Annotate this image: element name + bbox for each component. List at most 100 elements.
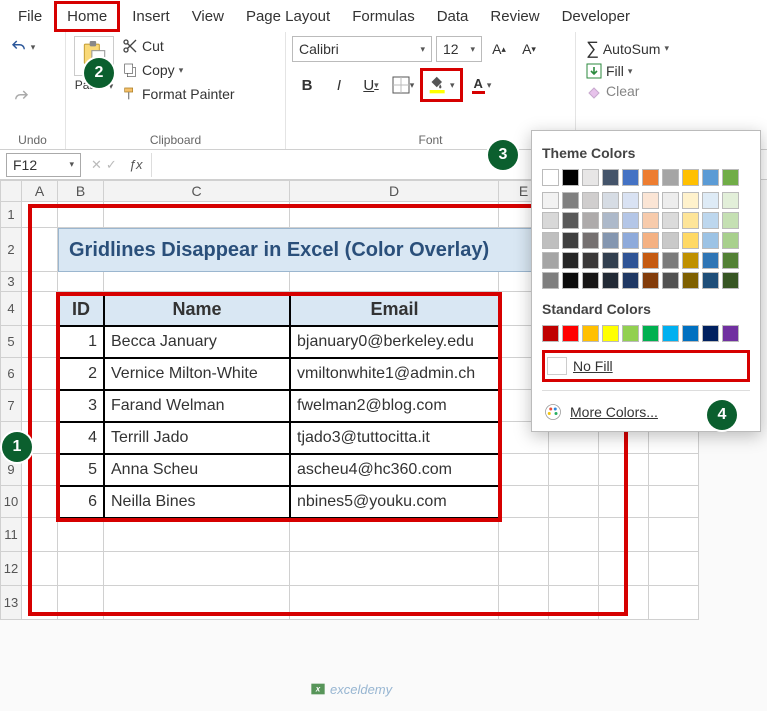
col-header-B[interactable]: B [58, 180, 104, 202]
fill-color-button[interactable]: ▾ [425, 75, 458, 95]
color-swatch[interactable] [642, 252, 659, 269]
color-swatch[interactable] [602, 169, 619, 186]
cancel-formula-icon[interactable]: ✕ [91, 157, 102, 173]
color-swatch[interactable] [602, 212, 619, 229]
color-swatch[interactable] [622, 272, 639, 289]
row-header[interactable]: 7 [0, 390, 22, 422]
color-swatch[interactable] [582, 252, 599, 269]
color-swatch[interactable] [562, 272, 579, 289]
font-name-select[interactable]: Calibri▾ [292, 36, 432, 62]
color-swatch[interactable] [682, 212, 699, 229]
color-swatch[interactable] [542, 325, 559, 342]
cell-id[interactable]: 6 [58, 486, 104, 518]
cut-button[interactable]: Cut [118, 36, 239, 56]
color-swatch[interactable] [582, 169, 599, 186]
copy-button[interactable]: Copy ▾ [118, 60, 239, 80]
color-swatch[interactable] [722, 232, 739, 249]
cell-id[interactable]: 2 [58, 358, 104, 390]
row-header[interactable]: 12 [0, 552, 22, 586]
color-swatch[interactable] [722, 169, 739, 186]
color-swatch[interactable] [542, 192, 559, 209]
color-swatch[interactable] [562, 192, 579, 209]
color-swatch[interactable] [582, 212, 599, 229]
bold-button[interactable]: B [292, 71, 322, 99]
color-swatch[interactable] [562, 325, 579, 342]
color-swatch[interactable] [562, 212, 579, 229]
color-swatch[interactable] [562, 169, 579, 186]
color-swatch[interactable] [562, 252, 579, 269]
enter-formula-icon[interactable]: ✓ [106, 157, 117, 173]
color-swatch[interactable] [722, 272, 739, 289]
row-header[interactable]: 1 [0, 202, 22, 228]
fx-icon[interactable]: ƒx [129, 157, 143, 172]
color-swatch[interactable] [682, 272, 699, 289]
row-header[interactable]: 10 [0, 486, 22, 518]
color-swatch[interactable] [702, 232, 719, 249]
color-swatch[interactable] [682, 232, 699, 249]
header-id[interactable]: ID [58, 292, 104, 326]
color-swatch[interactable] [602, 232, 619, 249]
cell-id[interactable]: 1 [58, 326, 104, 358]
cell-name[interactable]: Anna Scheu [104, 454, 290, 486]
color-swatch[interactable] [582, 325, 599, 342]
cell-id[interactable]: 5 [58, 454, 104, 486]
increase-font-button[interactable]: A▴ [486, 36, 512, 62]
font-size-select[interactable]: 12▾ [436, 36, 482, 62]
header-email[interactable]: Email [290, 292, 499, 326]
redo-button[interactable] [6, 86, 36, 108]
color-swatch[interactable] [582, 232, 599, 249]
undo-button[interactable]: ▾ [6, 36, 36, 58]
color-swatch[interactable] [682, 192, 699, 209]
color-swatch[interactable] [622, 232, 639, 249]
autosum-button[interactable]: ∑ AutoSum ▾ [586, 36, 761, 61]
cell-email[interactable]: ascheu4@hc360.com [290, 454, 499, 486]
color-swatch[interactable] [562, 232, 579, 249]
col-header-D[interactable]: D [290, 180, 499, 202]
row-header[interactable]: 13 [0, 586, 22, 620]
color-swatch[interactable] [662, 169, 679, 186]
row-header[interactable]: 11 [0, 518, 22, 552]
color-swatch[interactable] [702, 252, 719, 269]
color-swatch[interactable] [682, 169, 699, 186]
menu-file[interactable]: File [8, 4, 52, 29]
color-swatch[interactable] [682, 325, 699, 342]
color-swatch[interactable] [702, 169, 719, 186]
row-header[interactable]: 6 [0, 358, 22, 390]
underline-button[interactable]: U ▾ [356, 71, 386, 99]
cell-email[interactable]: vmiltonwhite1@admin.ch [290, 358, 499, 390]
color-swatch[interactable] [622, 325, 639, 342]
color-swatch[interactable] [542, 232, 559, 249]
italic-button[interactable]: I [324, 71, 354, 99]
color-swatch[interactable] [642, 325, 659, 342]
cell-email[interactable]: bjanuary0@berkeley.edu [290, 326, 499, 358]
cell-id[interactable]: 4 [58, 422, 104, 454]
row-header[interactable]: 3 [0, 272, 22, 292]
font-color-button[interactable]: A ▾ [469, 76, 495, 94]
color-swatch[interactable] [602, 252, 619, 269]
color-swatch[interactable] [542, 272, 559, 289]
menu-formulas[interactable]: Formulas [342, 4, 425, 29]
color-swatch[interactable] [582, 192, 599, 209]
color-swatch[interactable] [642, 272, 659, 289]
color-swatch[interactable] [542, 252, 559, 269]
color-swatch[interactable] [622, 192, 639, 209]
color-swatch[interactable] [662, 325, 679, 342]
cell-name[interactable]: Becca January [104, 326, 290, 358]
color-swatch[interactable] [662, 212, 679, 229]
no-fill-option[interactable]: No Fill [542, 350, 750, 382]
color-swatch[interactable] [662, 232, 679, 249]
color-swatch[interactable] [542, 169, 559, 186]
color-swatch[interactable] [702, 212, 719, 229]
cell-name[interactable]: Vernice Milton-White [104, 358, 290, 390]
format-painter-button[interactable]: Format Painter [118, 84, 239, 104]
color-swatch[interactable] [722, 192, 739, 209]
color-swatch[interactable] [642, 169, 659, 186]
color-swatch[interactable] [722, 252, 739, 269]
decrease-font-button[interactable]: A▾ [516, 36, 542, 62]
color-swatch[interactable] [622, 212, 639, 229]
color-swatch[interactable] [602, 272, 619, 289]
row-header[interactable]: 2 [0, 228, 22, 272]
cell-name[interactable]: Terrill Jado [104, 422, 290, 454]
borders-button[interactable]: ▾ [388, 71, 418, 99]
color-swatch[interactable] [722, 325, 739, 342]
